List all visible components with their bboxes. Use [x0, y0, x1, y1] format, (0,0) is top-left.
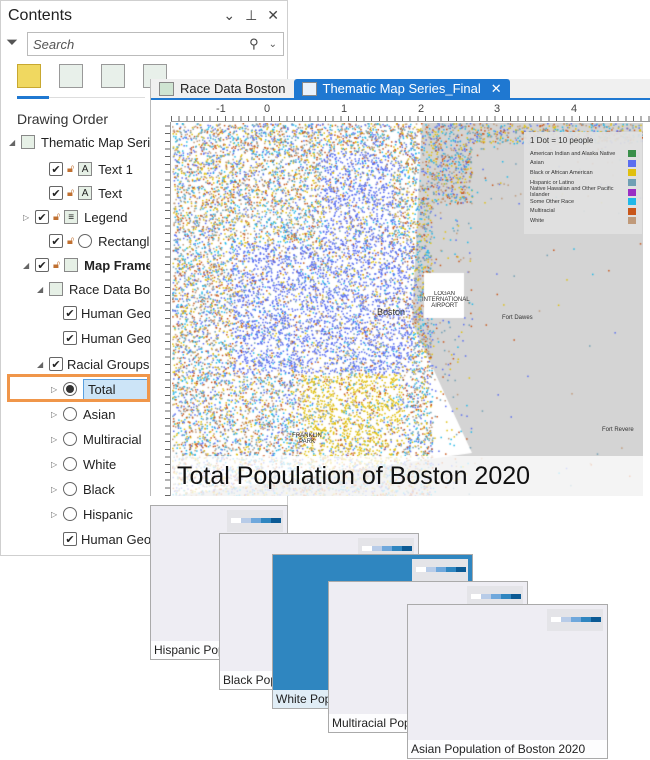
expand-arrow-icon[interactable]: ▷: [51, 410, 63, 419]
legend-swatch: [628, 217, 636, 225]
list-by-source-icon[interactable]: [59, 64, 83, 88]
map-icon: [159, 81, 174, 96]
layout-icon: [301, 81, 317, 96]
collapse-arrow-icon[interactable]: ◢: [37, 360, 49, 369]
visibility-checkbox[interactable]: ✔: [35, 210, 49, 224]
collapse-arrow-icon[interactable]: ◢: [23, 261, 35, 270]
map-icon: [49, 282, 63, 296]
expand-arrow-icon[interactable]: ▷: [23, 213, 35, 222]
unlock-icon[interactable]: 🔓︎: [67, 235, 74, 248]
list-by-map-frame-icon[interactable]: [101, 64, 125, 88]
tab-race-data-boston[interactable]: Race Data Boston: [151, 79, 294, 98]
visibility-checkbox[interactable]: ✔: [49, 162, 63, 176]
pin-icon[interactable]: ⊥: [245, 7, 257, 24]
collapse-arrow-icon[interactable]: ◢: [37, 285, 49, 294]
collapse-arrow-icon[interactable]: ◢: [9, 138, 21, 147]
search-input[interactable]: Search ⚲ ⌄: [27, 32, 284, 56]
pane-title: Contents: [8, 7, 73, 24]
map-frame[interactable]: Boston LOGAN INTERNATIONAL AIRPORT Fort …: [172, 123, 643, 496]
visibility-checkbox[interactable]: ✔: [63, 331, 77, 345]
unlock-icon[interactable]: 🔓︎: [67, 163, 74, 176]
expand-arrow-icon[interactable]: ▷: [51, 435, 63, 444]
visibility-checkbox[interactable]: ✔: [49, 357, 63, 371]
close-tab-icon[interactable]: ✕: [491, 81, 502, 97]
tree-item[interactable]: ✔ 🔓︎ A Text: [37, 182, 122, 204]
map-legend: 1 Dot = 10 people American Indian and Al…: [524, 132, 642, 234]
mf-icon: [64, 258, 79, 272]
tree-item[interactable]: ▷ White: [51, 453, 116, 475]
list-by-drawing-order-icon[interactable]: [17, 64, 41, 88]
legend-item: White: [530, 216, 636, 226]
highlight-box: [7, 374, 150, 402]
unlock-icon[interactable]: 🔓︎: [53, 259, 60, 272]
legend-item: Native Hawaiian and Other Pacific Island…: [530, 186, 636, 198]
legend-item: Asian: [530, 159, 636, 169]
tree-item[interactable]: ▷ Black: [51, 478, 115, 500]
visibility-checkbox[interactable]: ✔: [35, 258, 49, 272]
tree-item[interactable]: ◢ ✔ 🔓︎ Map Frame: [23, 254, 153, 276]
legend-item: Black or African American: [530, 168, 636, 178]
radio-button[interactable]: [63, 457, 77, 471]
unlock-icon[interactable]: 🔓︎: [53, 211, 60, 224]
radio-button[interactable]: [63, 407, 77, 421]
expand-arrow-icon[interactable]: ▷: [51, 510, 63, 519]
visibility-checkbox[interactable]: ✔: [63, 306, 77, 320]
visibility-checkbox[interactable]: ✔: [63, 532, 77, 546]
radio-button[interactable]: [63, 482, 77, 496]
tab-thematic-map-series[interactable]: Thematic Map Series_Final ✕: [293, 79, 510, 98]
A-icon: A: [78, 162, 93, 176]
map-series-thumbnail[interactable]: Asian Population of Boston 2020: [407, 604, 608, 759]
tree-item[interactable]: ▷ ✔ 🔓︎ ≡ Legend: [23, 206, 128, 228]
tree-item[interactable]: ▷ Hispanic: [51, 503, 133, 525]
legend-item: Some Other Race: [530, 197, 636, 207]
radio-button[interactable]: [63, 507, 77, 521]
doc-icon: [21, 135, 35, 149]
radio-button[interactable]: [78, 234, 93, 248]
tree-item[interactable]: ▷ Multiracial: [51, 428, 142, 450]
filter-icon[interactable]: ⏷: [6, 34, 18, 51]
map-title: Total Population of Boston 2020: [172, 456, 643, 496]
thumbnail-legend: [227, 510, 283, 532]
tree-item[interactable]: ✔ 🔓︎ A Text 1: [37, 158, 133, 180]
legend-item: American Indian and Alaska Native: [530, 149, 636, 159]
legend-swatch: [628, 188, 636, 196]
vertical-ruler: [151, 122, 171, 496]
expand-arrow-icon[interactable]: ▷: [51, 460, 63, 469]
tree-item[interactable]: ▷ Asian: [51, 403, 116, 425]
legend-item: Multiracial: [530, 207, 636, 217]
radio-button[interactable]: [63, 432, 77, 446]
legend-swatch: [628, 159, 636, 167]
visibility-checkbox[interactable]: ✔: [49, 234, 63, 248]
A-icon: A: [78, 186, 93, 200]
legend-swatch: [628, 169, 636, 177]
thumbnail-legend: [547, 609, 603, 631]
legend-swatch: [628, 207, 636, 215]
layout-view: Race Data Boston Thematic Map Series_Fin…: [150, 79, 650, 496]
horizontal-ruler: -1 0 1 2 3 4: [171, 102, 650, 122]
unlock-icon[interactable]: 🔓︎: [67, 187, 74, 200]
search-options-chevron-icon[interactable]: ⌄: [269, 39, 277, 50]
legend-swatch: [628, 179, 636, 187]
tree-item[interactable]: ◢ ✔ Racial Groups: [37, 353, 149, 375]
drawing-order-heading: Drawing Order: [17, 111, 109, 127]
expand-arrow-icon[interactable]: ▷: [51, 485, 63, 494]
leg-icon: ≡: [64, 210, 79, 224]
search-icon[interactable]: ⚲: [249, 36, 259, 52]
options-chevron-icon[interactable]: ⌄: [223, 7, 235, 24]
close-icon[interactable]: ✕: [267, 7, 279, 24]
thumbnail-legend: [412, 559, 468, 581]
visibility-checkbox[interactable]: ✔: [49, 186, 63, 200]
tree-item[interactable]: ✔ 🔓︎ Rectangle: [37, 230, 157, 252]
legend-swatch: [628, 150, 636, 158]
legend-swatch: [628, 198, 636, 206]
